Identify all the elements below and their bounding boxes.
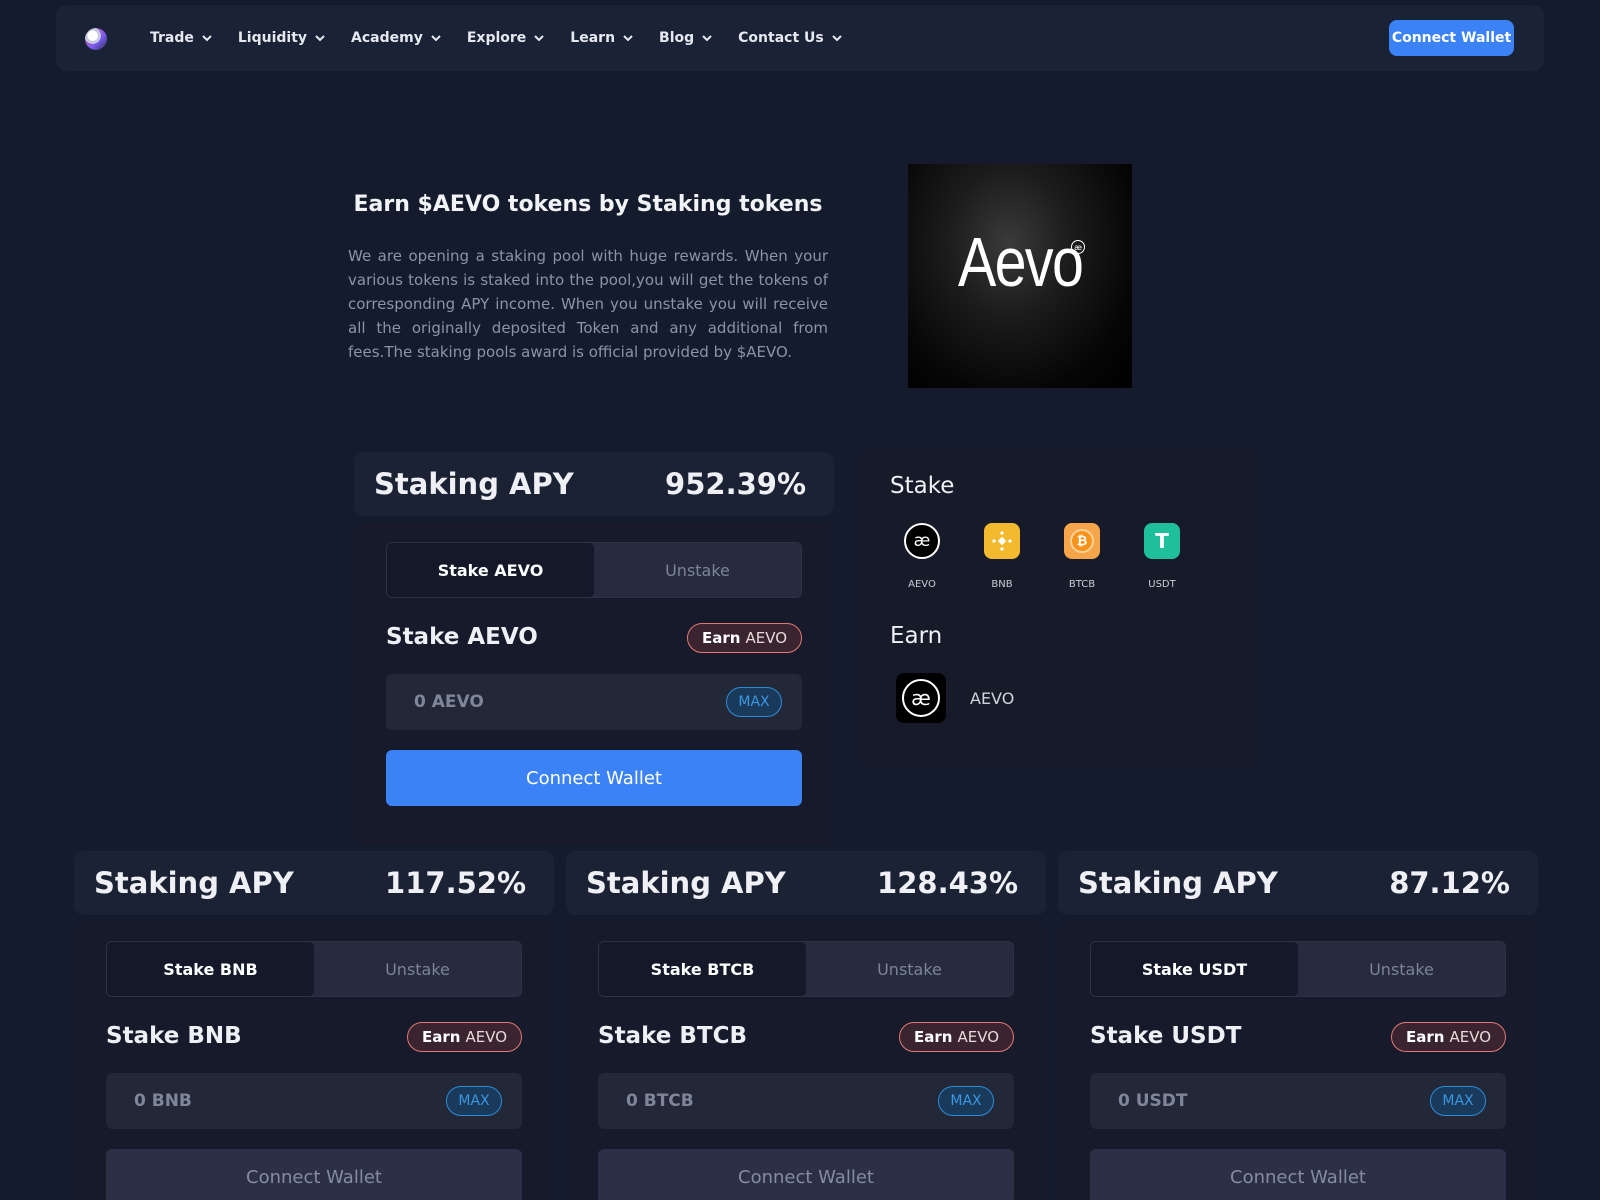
nav-menu: Trade Liquidity Academy Explore Learn Bl…	[150, 5, 868, 71]
chevron-down-icon	[431, 35, 441, 42]
stake-panel: Stake BTCB Unstake Stake BTCB Earn AEVO 0…	[566, 923, 1046, 1200]
top-navbar: Trade Liquidity Academy Explore Learn Bl…	[56, 5, 1544, 71]
apy-value: 87.12%	[1389, 866, 1510, 900]
stake-heading: Stake USDT	[1090, 1023, 1242, 1049]
nav-item-liquidity[interactable]: Liquidity	[238, 30, 327, 46]
aevo-brand-text: Aevo	[958, 223, 1084, 301]
stake-tabs: Stake AEVO Unstake	[386, 542, 802, 598]
connect-wallet-button[interactable]: Connect Wallet	[106, 1149, 522, 1200]
apy-header: Staking APY 128.43%	[566, 851, 1046, 915]
stake-heading: Stake BTCB	[598, 1023, 747, 1049]
token-btcb[interactable]: ₿ BTCB	[1062, 523, 1102, 590]
stake-heading: Stake AEVO	[386, 624, 538, 650]
chevron-down-icon	[315, 35, 325, 42]
token-usdt[interactable]: T USDT	[1142, 523, 1182, 590]
tab-unstake[interactable]: Unstake	[314, 942, 521, 996]
stake-panel: Stake BNB Unstake Stake BNB Earn AEVO 0 B…	[74, 923, 554, 1200]
stake-heading: Stake BNB	[106, 1023, 242, 1049]
nav-item-blog[interactable]: Blog	[659, 30, 714, 46]
stake-tabs: Stake USDT Unstake	[1090, 941, 1506, 997]
amount-value: 0 BNB	[134, 1091, 192, 1111]
amount-input[interactable]: 0 AEVO MAX	[386, 674, 802, 730]
stake-tokens-heading: Stake	[890, 473, 955, 499]
tab-stake[interactable]: Stake BTCB	[599, 942, 806, 996]
apy-value: 952.39%	[665, 467, 806, 501]
apy-label: Staking APY	[1078, 866, 1278, 900]
connect-wallet-button[interactable]: Connect Wallet	[1389, 20, 1514, 56]
earn-badge: Earn AEVO	[1391, 1022, 1506, 1052]
max-button[interactable]: MAX	[446, 1086, 502, 1116]
stake-panel: Stake USDT Unstake Stake USDT Earn AEVO 0…	[1058, 923, 1538, 1200]
chevron-down-icon	[702, 35, 712, 42]
tab-stake[interactable]: Stake AEVO	[387, 543, 594, 597]
earn-heading: Earn	[890, 623, 943, 649]
bnb-icon	[984, 523, 1020, 559]
nav-item-learn[interactable]: Learn	[570, 30, 635, 46]
nav-item-contact-us[interactable]: Contact Us	[738, 30, 844, 46]
tab-unstake[interactable]: Unstake	[1298, 942, 1505, 996]
apy-header: Staking APY 117.52%	[74, 851, 554, 915]
chevron-down-icon	[202, 35, 212, 42]
apy-value: 117.52%	[385, 866, 526, 900]
stake-panel: Stake AEVO Unstake Stake AEVO Earn AEVO 0…	[354, 524, 834, 844]
apy-label: Staking APY	[586, 866, 786, 900]
max-button[interactable]: MAX	[938, 1086, 994, 1116]
btcb-icon: ₿	[1064, 523, 1100, 559]
aevo-mark-icon: æ	[1071, 240, 1085, 254]
nav-item-explore[interactable]: Explore	[467, 30, 546, 46]
usdt-icon: T	[1144, 523, 1180, 559]
token-bnb[interactable]: BNB	[982, 523, 1022, 590]
earn-token-label: AEVO	[970, 689, 1015, 708]
amount-value: 0 USDT	[1118, 1091, 1188, 1111]
earn-badge: Earn AEVO	[899, 1022, 1014, 1052]
chevron-down-icon	[534, 35, 545, 42]
aevo-icon: æ	[904, 523, 940, 559]
tab-stake[interactable]: Stake BNB	[107, 942, 314, 996]
apy-value: 128.43%	[877, 866, 1018, 900]
earn-badge: Earn AEVO	[687, 623, 802, 653]
amount-value: 0 AEVO	[414, 692, 484, 712]
apy-header: Staking APY 952.39%	[354, 452, 834, 516]
aevo-hero-image: Aevo æ	[908, 164, 1132, 388]
stake-tabs: Stake BNB Unstake	[106, 941, 522, 997]
connect-wallet-button[interactable]: Connect Wallet	[386, 750, 802, 806]
tab-stake[interactable]: Stake USDT	[1091, 942, 1298, 996]
tab-unstake[interactable]: Unstake	[806, 942, 1013, 996]
apy-header: Staking APY 87.12%	[1058, 851, 1538, 915]
aevo-icon: æ	[896, 673, 946, 723]
chevron-down-icon	[832, 35, 842, 42]
amount-input[interactable]: 0 BNB MAX	[106, 1073, 522, 1129]
chevron-down-icon	[623, 35, 633, 42]
apy-label: Staking APY	[94, 866, 294, 900]
max-button[interactable]: MAX	[1430, 1086, 1486, 1116]
apy-label: Staking APY	[374, 467, 574, 501]
tab-unstake[interactable]: Unstake	[594, 543, 801, 597]
amount-value: 0 BTCB	[626, 1091, 694, 1111]
nav-item-academy[interactable]: Academy	[351, 30, 443, 46]
page-title: Earn $AEVO tokens by Staking tokens	[353, 192, 823, 217]
stake-tabs: Stake BTCB Unstake	[598, 941, 1014, 997]
hero-description: We are opening a staking pool with huge …	[348, 247, 828, 361]
connect-wallet-button[interactable]: Connect Wallet	[598, 1149, 1014, 1200]
amount-input[interactable]: 0 BTCB MAX	[598, 1073, 1014, 1129]
earn-badge: Earn AEVO	[407, 1022, 522, 1052]
max-button[interactable]: MAX	[726, 687, 782, 717]
amount-input[interactable]: 0 USDT MAX	[1090, 1073, 1506, 1129]
nav-item-trade[interactable]: Trade	[150, 30, 214, 46]
connect-wallet-button[interactable]: Connect Wallet	[1090, 1149, 1506, 1200]
stake-earn-info-panel: Stake æ AEVO BNB ₿ BTCB T USDT Earn æ AE…	[858, 453, 1258, 763]
logo-icon[interactable]	[85, 28, 107, 50]
token-aevo[interactable]: æ AEVO	[902, 523, 942, 590]
